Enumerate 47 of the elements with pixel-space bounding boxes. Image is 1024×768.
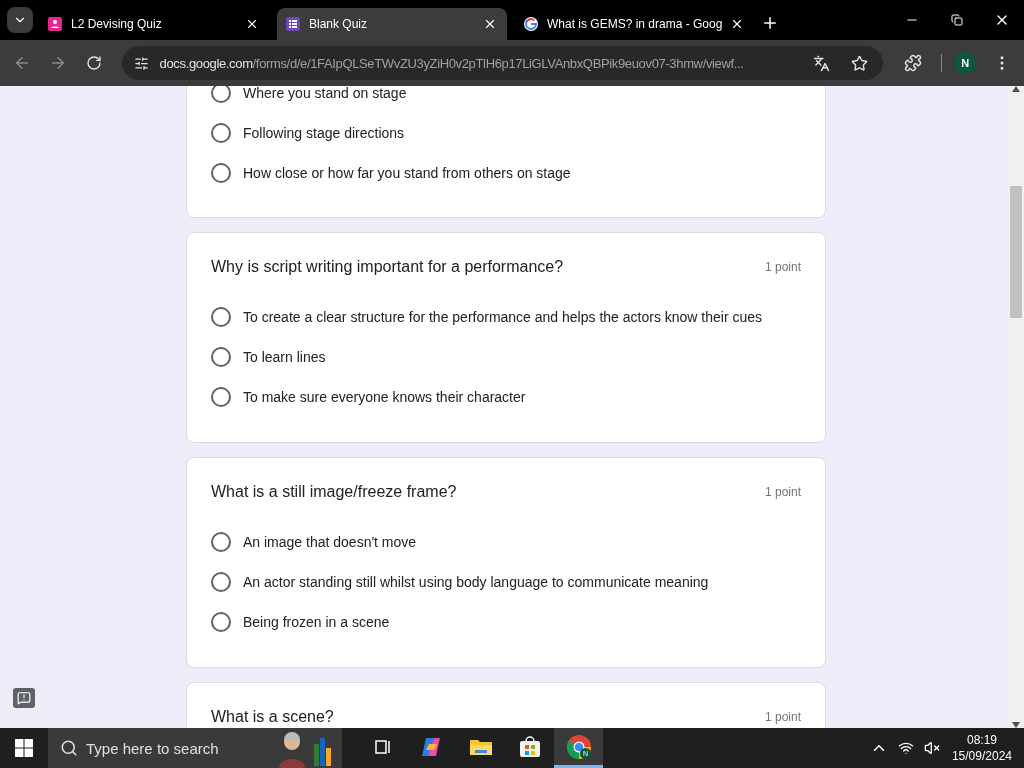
question-title: What is a still image/freeze frame? <box>211 483 457 501</box>
option-label: To learn lines <box>243 348 326 367</box>
radio-button[interactable] <box>211 612 231 632</box>
question-title: What is a scene? <box>211 708 334 726</box>
restore-icon <box>950 14 963 26</box>
option-label: An image that doesn't move <box>243 533 417 552</box>
form-icon <box>47 16 63 32</box>
feedback-button[interactable] <box>13 688 35 708</box>
close-icon[interactable] <box>483 17 497 31</box>
list-icon <box>285 16 301 32</box>
option-label: To make sure everyone knows their character <box>243 388 526 407</box>
tab-title: L2 Devising Quiz <box>71 17 163 31</box>
radio-button[interactable] <box>211 572 231 592</box>
points-label: 1 point <box>764 260 801 274</box>
radio-button[interactable] <box>211 307 231 327</box>
browser-tab[interactable]: L2 Devising Quiz <box>39 8 269 40</box>
option-label: Where you stand on stage <box>243 86 407 103</box>
profile-avatar[interactable]: N <box>954 52 977 74</box>
option-label: An actor standing still whilst using body language to communicate meaning <box>243 573 709 592</box>
tab-list-button[interactable] <box>7 7 33 33</box>
question-title: Why is script writing important for a performance? <box>211 258 564 276</box>
radio-button[interactable] <box>211 347 231 367</box>
points-label: 1 point <box>764 710 801 724</box>
points-label: 1 point <box>764 485 801 499</box>
option-label: Being frozen in a scene <box>243 613 390 632</box>
windows-logo-icon <box>15 739 33 757</box>
option-label: To create a clear structure for the performance and helps the actors know their cues <box>243 308 763 327</box>
radio-button[interactable] <box>211 387 231 407</box>
browser-tab[interactable]: Blank Quiz <box>277 8 507 40</box>
tab-title: Blank Quiz <box>309 17 369 31</box>
option-label: Following stage directions <box>243 124 405 143</box>
radio-button[interactable] <box>211 532 231 552</box>
plus-icon <box>761 14 779 32</box>
taskbar-search-field[interactable]: Type here to search <box>48 728 342 768</box>
radio-button[interactable] <box>211 86 231 103</box>
search-icon <box>60 739 78 757</box>
option-label: How close or how far you stand from others on stage <box>243 164 571 183</box>
radio-button[interactable] <box>211 123 231 143</box>
clock[interactable]: 08:19 15/09/2024 <box>947 732 1016 764</box>
tab-title: What is GEMS? in drama - Goog <box>547 17 723 31</box>
scrollbar-thumb[interactable] <box>1010 186 1022 318</box>
reload-icon <box>85 55 102 71</box>
g-logo-icon <box>523 16 539 32</box>
radio-button[interactable] <box>211 163 231 183</box>
shopping-bag-icon <box>517 735 542 758</box>
close-icon[interactable] <box>245 17 259 31</box>
browser-tab[interactable]: What is GEMS? in drama - Goog <box>515 8 745 40</box>
